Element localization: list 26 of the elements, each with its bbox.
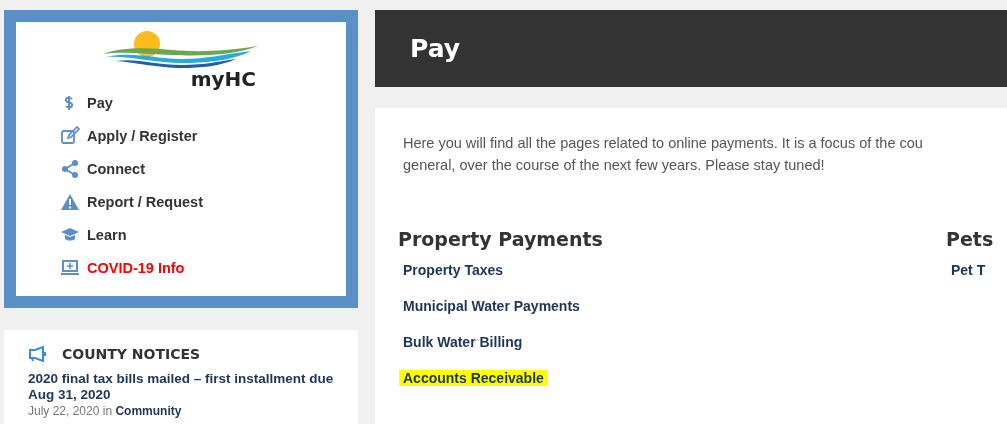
- logo-text: myHC: [190, 67, 256, 91]
- notice-meta: July 22, 2020 in Community: [28, 404, 183, 418]
- laptop-icon: [60, 258, 80, 278]
- payment-link[interactable]: Pet T: [951, 262, 986, 278]
- payment-link[interactable]: Property Taxes: [403, 262, 504, 278]
- nav-link[interactable]: COVID-19 Info: [60, 258, 203, 278]
- intro-text: general, over the course of the next few years. Please stay tuned!: [403, 156, 825, 175]
- nav-link[interactable]: Report / Request: [60, 192, 203, 212]
- payment-link[interactable]: Bulk Water Billing: [403, 334, 523, 350]
- nav-link[interactable]: Connect: [60, 159, 203, 179]
- edit-icon: [60, 126, 80, 146]
- page-title: Pay: [410, 34, 461, 63]
- nav-link[interactable]: Pay: [60, 93, 203, 113]
- section-title: Pets: [946, 228, 995, 250]
- share-icon: [60, 159, 80, 179]
- notices-title: COUNTY NOTICES: [62, 346, 201, 362]
- notice-link[interactable]: 2020 final tax bills mailed – first installment due Aug 31, 2020: [28, 371, 336, 403]
- nav-link[interactable]: Learn: [60, 225, 203, 245]
- payment-link[interactable]: Accounts Receivable: [399, 370, 548, 386]
- megaphone-icon: [28, 346, 48, 362]
- intro-text: Here you will find all the pages related to online payments. It is a focus of the cou: [403, 134, 923, 153]
- payment-link[interactable]: Municipal Water Payments: [403, 298, 580, 314]
- category-link[interactable]: Community: [115, 404, 182, 418]
- warning-icon: [60, 192, 80, 212]
- nav-link[interactable]: Apply / Register: [60, 126, 203, 146]
- section-title: Property Payments: [398, 228, 604, 250]
